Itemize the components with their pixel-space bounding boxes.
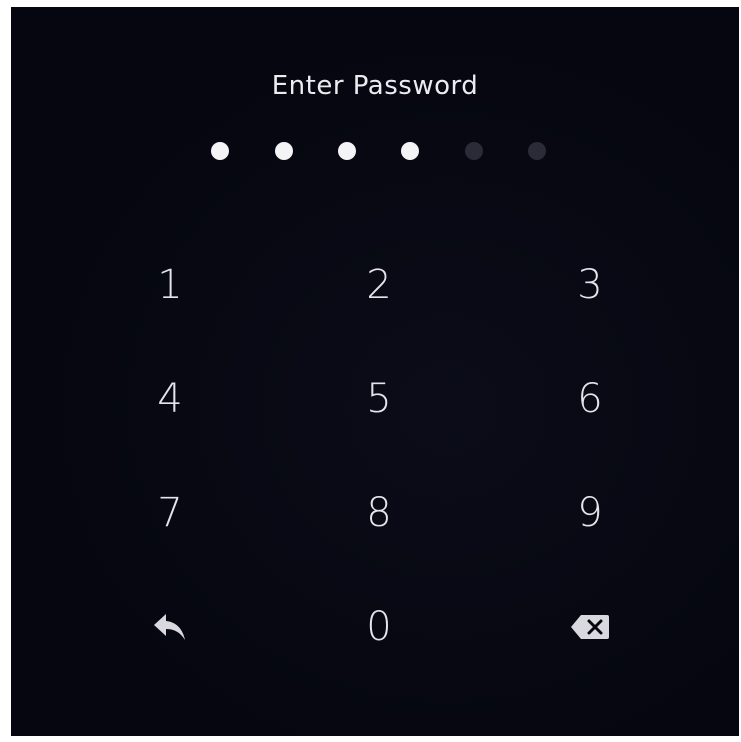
pin-dot: [528, 142, 546, 160]
pin-dot: [211, 142, 229, 160]
key-4[interactable]: 4: [110, 359, 230, 439]
pin-dot: [465, 142, 483, 160]
key-3[interactable]: 3: [530, 245, 650, 325]
key-6[interactable]: 6: [530, 359, 650, 439]
pin-dot: [338, 142, 356, 160]
lock-screen: Enter Password 1 2 3 4 5 6 7 8 9 0: [11, 7, 739, 736]
key-5[interactable]: 5: [319, 359, 439, 439]
key-9[interactable]: 9: [530, 473, 650, 553]
page-title: Enter Password: [271, 71, 479, 101]
delete-button[interactable]: [530, 587, 650, 667]
key-0[interactable]: 0: [319, 587, 439, 667]
pin-dot: [275, 142, 293, 160]
key-8[interactable]: 8: [319, 473, 439, 553]
pin-indicator: [11, 142, 739, 162]
pin-dot: [401, 142, 419, 160]
key-7[interactable]: 7: [110, 473, 230, 553]
key-2[interactable]: 2: [319, 245, 439, 325]
key-1[interactable]: 1: [110, 245, 230, 325]
backspace-icon: [570, 614, 610, 640]
back-button[interactable]: [110, 587, 230, 667]
back-arrow-icon: [152, 612, 188, 642]
